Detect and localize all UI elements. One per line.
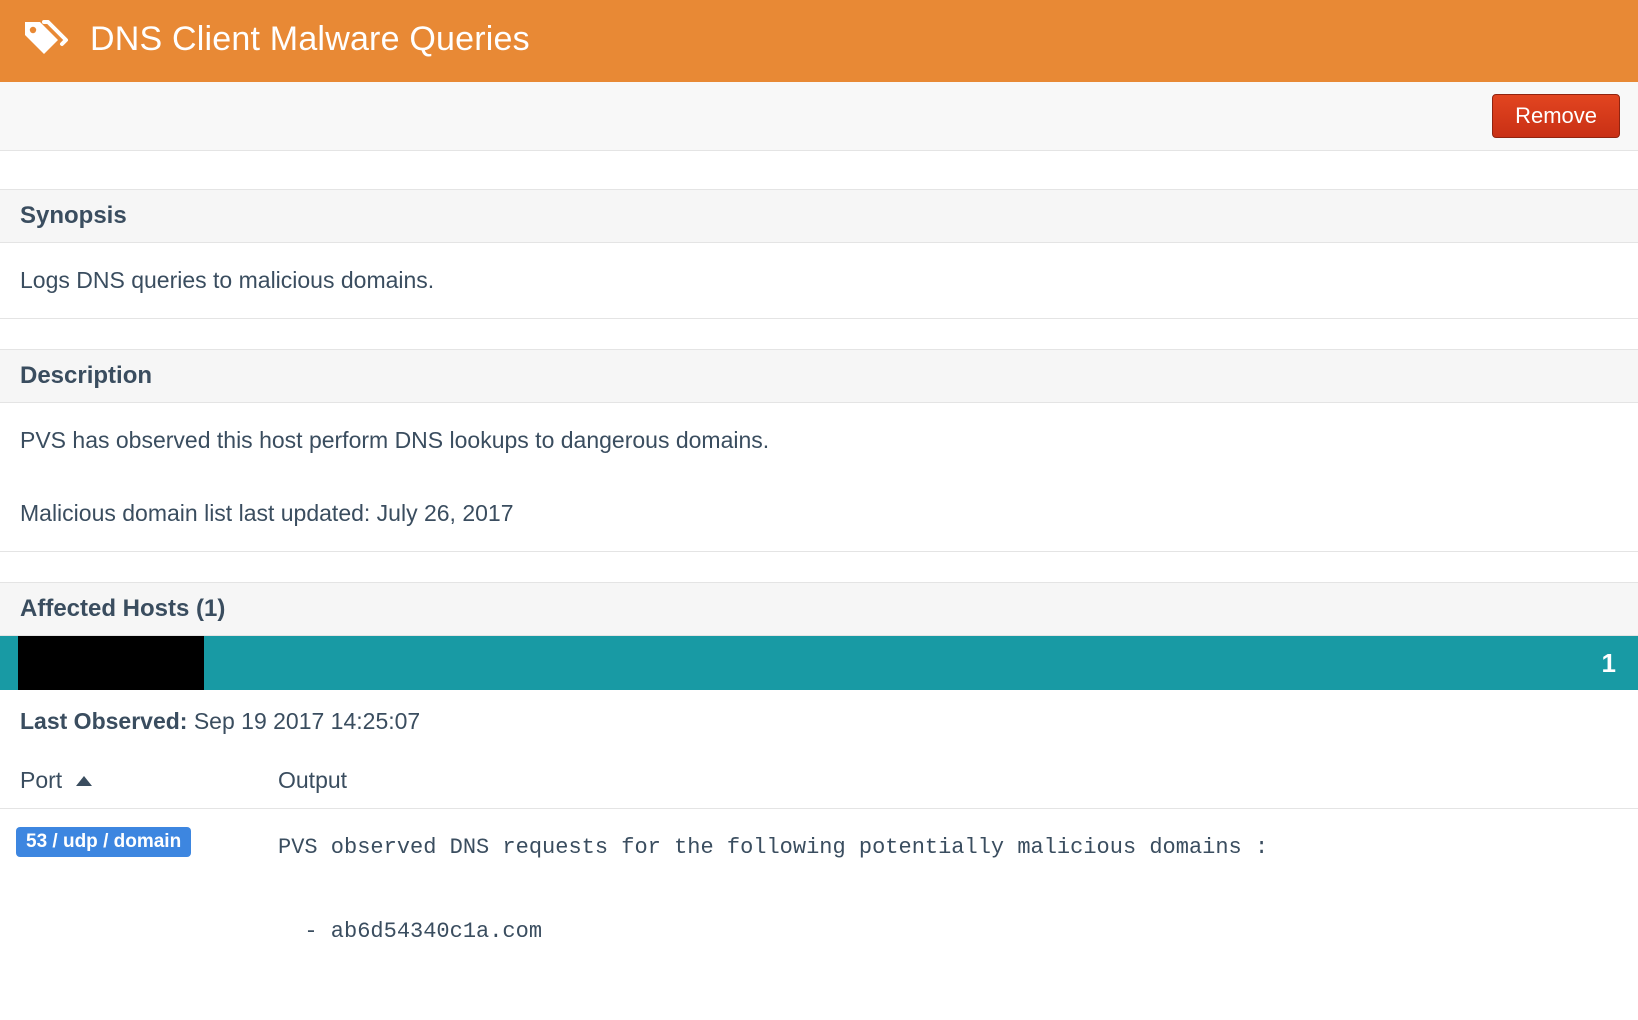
affected-hosts-heading: Affected Hosts (1) [0,582,1638,636]
synopsis-heading: Synopsis [0,189,1638,243]
port-badge: 53 / udp / domain [16,827,191,857]
description-heading: Description [0,349,1638,403]
column-header-port[interactable]: Port [20,767,278,794]
actions-bar: Remove [0,82,1638,151]
last-observed-value: Sep 19 2017 14:25:07 [194,708,420,734]
column-header-output[interactable]: Output [278,767,1618,794]
page-title: DNS Client Malware Queries [90,20,530,59]
description-line-2: Malicious domain list last updated: July… [20,500,1618,527]
host-name-redacted [18,636,204,690]
synopsis-text: Logs DNS queries to malicious domains. [0,243,1638,319]
tag-icon [22,18,70,60]
output-cell: PVS observed DNS requests for the follow… [278,827,1622,952]
host-count-badge: 1 [1602,648,1616,679]
column-header-port-label: Port [20,767,62,794]
table-row: 53 / udp / domain PVS observed DNS reque… [0,809,1638,960]
page-header: DNS Client Malware Queries [0,0,1638,82]
affected-host-row[interactable]: 1 [0,636,1638,690]
last-observed-row: Last Observed: Sep 19 2017 14:25:07 [0,690,1638,753]
sort-ascending-icon [76,776,92,786]
table-header: Port Output [0,753,1638,809]
description-line-1: PVS has observed this host perform DNS l… [20,427,1618,454]
last-observed-label: Last Observed: [20,708,194,734]
remove-button[interactable]: Remove [1492,94,1620,138]
description-body: PVS has observed this host perform DNS l… [0,403,1638,552]
